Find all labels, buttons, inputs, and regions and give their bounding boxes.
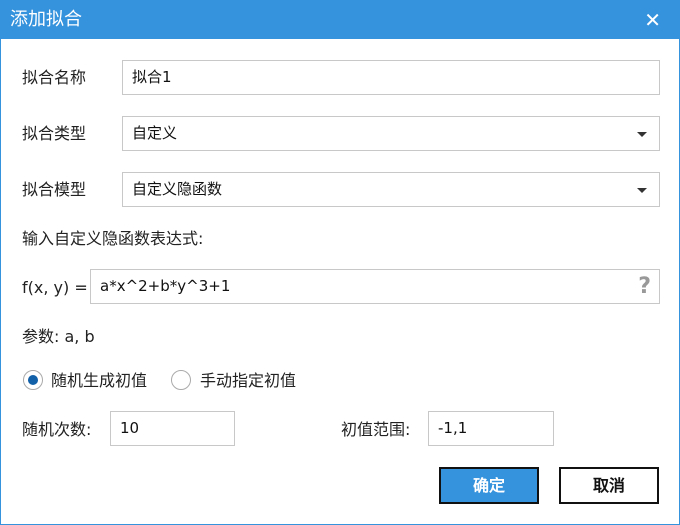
params-value: a, b [64,327,95,346]
fit-model-value: 自定义隐函数 [132,180,223,198]
fit-model-select[interactable]: 自定义隐函数 [122,172,660,207]
close-icon[interactable]: ✕ [644,1,661,39]
cancel-button[interactable]: 取消 [559,467,659,504]
fit-type-label: 拟合类型 [22,124,87,143]
expression-label: f(x, y) = [22,278,88,297]
init-range-label: 初值范围: [341,420,411,439]
ok-button[interactable]: 确定 [439,467,539,504]
params-row: 参数: a, b [22,327,95,347]
expression-value: a*x^2+b*y^3+1 [100,277,231,295]
fit-type-value: 自定义 [132,124,178,142]
title-bar: 添加拟合 ✕ [1,1,679,39]
help-icon[interactable]: ? [638,270,651,303]
fit-type-select[interactable]: 自定义 [122,116,660,151]
expression-input[interactable]: a*x^2+b*y^3+1? [90,269,660,304]
fit-name-label: 拟合名称 [22,68,87,87]
add-fit-dialog: 添加拟合 ✕ 拟合名称 拟合1 拟合类型 自定义 拟合模型 自定义隐函数 输入自… [0,0,680,525]
radio-random-init-label[interactable]: 随机生成初值 [51,371,147,391]
radio-manual-init-label[interactable]: 手动指定初值 [200,371,296,391]
params-label: 参数: [22,327,60,346]
random-count-input[interactable]: 10 [110,411,235,446]
chevron-down-icon [637,132,647,137]
radio-random-init[interactable] [23,370,43,390]
expression-prompt: 输入自定义隐函数表达式: [22,229,204,248]
fit-model-label: 拟合模型 [22,180,87,199]
init-range-input[interactable]: -1,1 [428,411,554,446]
radio-manual-init[interactable] [171,370,191,390]
fit-name-input[interactable]: 拟合1 [122,60,660,95]
random-count-label: 随机次数: [22,420,92,439]
dialog-title: 添加拟合 [10,9,82,30]
chevron-down-icon [637,188,647,193]
